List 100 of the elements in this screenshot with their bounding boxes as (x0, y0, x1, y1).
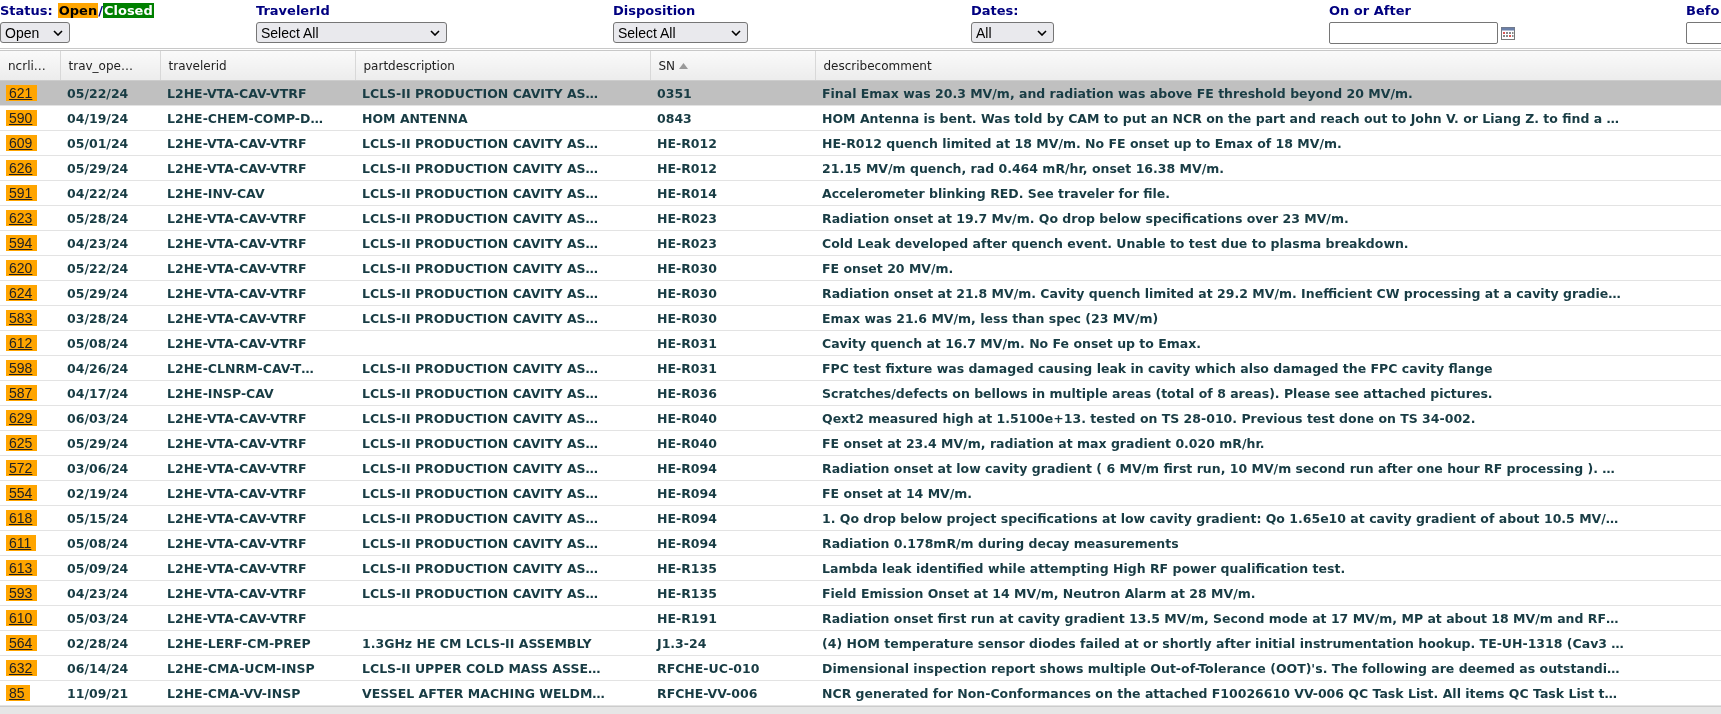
date-input-field[interactable] (1329, 22, 1498, 44)
status-legend-tag: Open (57, 3, 99, 18)
ncr-link[interactable]: 621 (6, 85, 38, 101)
table-cell: LCLS-II PRODUCTION CAVITY AS… (362, 410, 599, 426)
ncr-link[interactable]: 609 (6, 135, 38, 151)
calendar-icon[interactable] (1501, 26, 1515, 40)
column-header[interactable]: partdescription (355, 51, 650, 81)
filter-select[interactable]: Select All (256, 22, 447, 43)
ncr-link[interactable]: 618 (6, 510, 38, 526)
ncr-link[interactable]: 594 (6, 235, 38, 251)
ncr-link[interactable]: 564 (6, 635, 38, 651)
table-cell: HE-R094 (657, 485, 717, 501)
table-row[interactable]: 613 05/09/24 L2HE-VTA-CAV-VTRF LCLS-II PRODUCTION CAVITY AS… HE-R135 Lambda leak identified while attempting High RF power qualification test. (0, 555, 1721, 581)
ncr-link[interactable]: 612 (6, 335, 38, 351)
table-cell: L2HE-INV-CAV (167, 185, 265, 201)
table-row[interactable]: 623 05/28/24 L2HE-VTA-CAV-VTRF LCLS-II PRODUCTION CAVITY AS… HE-R023 Radiation onset at 19.7 Mv/m. Qo drop below specifications over 23 MV/m. (0, 205, 1721, 231)
table-row[interactable]: 583 03/28/24 L2HE-VTA-CAV-VTRF LCLS-II PRODUCTION CAVITY AS… HE-R030 Emax was 21.6 MV/m, less than spec (23 MV/m) (0, 305, 1721, 331)
table-cell: 0351 (657, 85, 692, 101)
table-row[interactable]: 591 04/22/24 L2HE-INV-CAV LCLS-II PRODUCTION CAVITY AS… HE-R014 Accelerometer blinking RED. See traveler for file. (0, 180, 1721, 206)
table-cell: HOM ANTENNA (362, 110, 468, 126)
table-row[interactable]: 598 04/26/24 L2HE-CLNRM-CAV-T… LCLS-II PRODUCTION CAVITY AS… HE-R031 FPC test fixture was damaged causing leak in cavity which also damaged the FPC cavity flange (0, 355, 1721, 381)
table-cell: 0843 (657, 110, 692, 126)
table-cell: Radiation 0.178mR/m during decay measurements (822, 535, 1179, 551)
table-cell: Accelerometer blinking RED. See traveler for file. (822, 185, 1170, 201)
table-row[interactable]: 85 11/09/21 L2HE-CMA-VV-INSP VESSEL AFTER MACHING WELDM… RFCHE-VV-006 NCR generated for Non-Conformances on the attached F10026610 VV-006 QC Task List. All items QC Task List t… (0, 680, 1721, 706)
table-row[interactable]: 618 05/15/24 L2HE-VTA-CAV-VTRF LCLS-II PRODUCTION CAVITY AS… HE-R094 1. Qo drop below project specifications at low cavity gradient: Qo 1.65e10 at cavity gradient of about 10.5 MV/… (0, 505, 1721, 531)
ncr-link[interactable]: 613 (6, 560, 38, 576)
status-select[interactable]: Open (0, 22, 70, 43)
ncr-link[interactable]: 624 (6, 285, 38, 301)
ncr-link[interactable]: 583 (6, 310, 38, 326)
table-cell: 04/22/24 (67, 185, 129, 201)
table-cell: LCLS-II PRODUCTION CAVITY AS… (362, 385, 599, 401)
table-cell: Radiation onset at 19.7 Mv/m. Qo drop below specifications over 23 MV/m. (822, 210, 1349, 226)
table-row[interactable]: 625 05/29/24 L2HE-VTA-CAV-VTRF LCLS-II PRODUCTION CAVITY AS… HE-R040 FE onset at 23.4 MV/m, radiation at max gradient 0.020 mR/hr. (0, 430, 1721, 456)
ncr-link[interactable]: 626 (6, 160, 38, 176)
table-row[interactable]: 629 06/03/24 L2HE-VTA-CAV-VTRF LCLS-II PRODUCTION CAVITY AS… HE-R040 Qext2 measured high at 1.5100e+13. tested on TS 28-010. Previous test done on TS 34-002. (0, 405, 1721, 431)
column-header[interactable]: SN (650, 51, 815, 81)
table-row[interactable]: 632 06/14/24 L2HE-CMA-UCM-INSP LCLS-II UPPER COLD MASS ASSE… RFCHE-UC-010 Dimensional inspection report shows multiple Out-of-Tolerance (OOT)'s. The following are deemed as outstandi… (0, 655, 1721, 681)
table-cell: 06/14/24 (67, 660, 129, 676)
ncr-link[interactable]: 593 (6, 585, 38, 601)
filter-label: Disposition (613, 3, 696, 18)
table-cell: L2HE-VTA-CAV-VTRF (167, 335, 307, 351)
table-cell: L2HE-VTA-CAV-VTRF (167, 460, 307, 476)
table-row[interactable]: 612 05/08/24 L2HE-VTA-CAV-VTRF HE-R031 Cavity quench at 16.7 MV/m. No Fe onset up to Emax. (0, 330, 1721, 356)
ncr-link[interactable]: 623 (6, 210, 38, 226)
table-row[interactable]: 620 05/22/24 L2HE-VTA-CAV-VTRF LCLS-II PRODUCTION CAVITY AS… HE-R030 FE onset 20 MV/m. (0, 255, 1721, 281)
ncr-link[interactable]: 620 (6, 260, 38, 276)
ncr-link[interactable]: 610 (6, 610, 38, 626)
table-cell: FE onset at 23.4 MV/m, radiation at max gradient 0.020 mR/hr. (822, 435, 1265, 451)
filter-select[interactable]: Select All (613, 22, 748, 43)
table-row[interactable]: 587 04/17/24 L2HE-INSP-CAV LCLS-II PRODUCTION CAVITY AS… HE-R036 Scratches/defects on bellows in multiple areas (total of 8 areas). Please see attached pictures. (0, 380, 1721, 406)
ncr-link[interactable]: 587 (6, 385, 38, 401)
table-row[interactable]: 554 02/19/24 L2HE-VTA-CAV-VTRF LCLS-II PRODUCTION CAVITY AS… HE-R094 FE onset at 14 MV/m. (0, 480, 1721, 506)
table-cell: HE-R023 (657, 235, 717, 251)
ncr-link[interactable]: 632 (6, 660, 38, 676)
table-row[interactable]: 609 05/01/24 L2HE-VTA-CAV-VTRF LCLS-II PRODUCTION CAVITY AS… HE-R012 HE-R012 quench limited at 18 MV/m. No FE onset up to Emax of 18 MV/m. (0, 130, 1721, 156)
table-cell: 05/01/24 (67, 135, 129, 151)
table-cell: LCLS-II PRODUCTION CAVITY AS… (362, 585, 599, 601)
table-cell: 03/06/24 (67, 460, 129, 476)
table-cell: L2HE-VTA-CAV-VTRF (167, 310, 307, 326)
filter-label: Dates: (971, 3, 1019, 18)
filter-select[interactable]: All (971, 22, 1054, 43)
table-cell: Cold Leak developed after quench event. Unable to test due to plasma breakdown. (822, 235, 1409, 251)
ncr-link[interactable]: 85 (6, 685, 30, 701)
table-row[interactable]: 564 02/28/24 L2HE-LERF-CM-PREP 1.3GHz HE CM LCLS-II ASSEMBLY J1.3-24 (4) HOM temperature sensor diodes failed at or shortly after initial instrumentation hookup. TE-UH-1318 (Cav3 … (0, 630, 1721, 656)
table-cell: LCLS-II PRODUCTION CAVITY AS… (362, 260, 599, 276)
table-row[interactable]: 590 04/19/24 L2HE-CHEM-COMP-D… HOM ANTENNA 0843 HOM Antenna is bent. Was told by CAM to put an NCR on the part and reach out to John V. or Liang Z. to find a … (0, 105, 1721, 131)
ncr-link[interactable]: 598 (6, 360, 38, 376)
table-cell: L2HE-VTA-CAV-VTRF (167, 435, 307, 451)
ncr-link[interactable]: 611 (6, 535, 37, 551)
table-cell: LCLS-II PRODUCTION CAVITY AS… (362, 510, 599, 526)
table-cell: 05/28/24 (67, 210, 129, 226)
ncr-link[interactable]: 590 (6, 110, 38, 126)
table-cell: 05/22/24 (67, 85, 129, 101)
table-cell: HE-R014 (657, 185, 717, 201)
ncr-link[interactable]: 554 (6, 485, 38, 501)
table-cell: LCLS-II PRODUCTION CAVITY AS… (362, 560, 599, 576)
table-cell: VESSEL AFTER MACHING WELDM… (362, 685, 605, 701)
column-header[interactable]: travelerid (160, 51, 355, 81)
table-row[interactable]: 610 05/03/24 L2HE-VTA-CAV-VTRF HE-R191 Radiation onset first run at cavity gradient 13.5 MV/m, Second mode at 17 MV/m, MP at about 18 MV/m and RF… (0, 605, 1721, 631)
ncr-link[interactable]: 591 (6, 185, 38, 201)
table-cell: L2HE-VTA-CAV-VTRF (167, 135, 307, 151)
table-row[interactable]: 594 04/23/24 L2HE-VTA-CAV-VTRF LCLS-II PRODUCTION CAVITY AS… HE-R023 Cold Leak developed after quench event. Unable to test due to plasma breakdown. (0, 230, 1721, 256)
table-row[interactable]: 593 04/23/24 L2HE-VTA-CAV-VTRF LCLS-II PRODUCTION CAVITY AS… HE-R135 Field Emission Onset at 14 MV/m, Neutron Alarm at 28 MV/m. (0, 580, 1721, 606)
table-cell: HE-R030 (657, 260, 717, 276)
ncr-link[interactable]: 629 (6, 410, 38, 426)
table-cell: HE-R094 (657, 510, 717, 526)
column-header[interactable]: trav_ope… (60, 51, 160, 81)
ncr-link[interactable]: 572 (6, 460, 38, 476)
caret-icon (731, 29, 741, 36)
caret-icon (53, 29, 63, 36)
table-row[interactable]: 611 05/08/24 L2HE-VTA-CAV-VTRF LCLS-II PRODUCTION CAVITY AS… HE-R094 Radiation 0.178mR/m during decay measurements (0, 530, 1721, 556)
column-header[interactable]: describecomment (815, 51, 1721, 81)
ncr-link[interactable]: 625 (6, 435, 38, 451)
table-cell: L2HE-VTA-CAV-VTRF (167, 560, 307, 576)
column-header[interactable]: ncrli… (0, 51, 60, 81)
table-cell: 05/08/24 (67, 335, 129, 351)
table-row[interactable]: 626 05/29/24 L2HE-VTA-CAV-VTRF LCLS-II PRODUCTION CAVITY AS… HE-R012 21.15 MV/m quench, rad 0.464 mR/hr, onset 16.38 MV/m. (0, 155, 1721, 181)
table-row[interactable]: 572 03/06/24 L2HE-VTA-CAV-VTRF LCLS-II PRODUCTION CAVITY AS… HE-R094 Radiation onset at low cavity gradient ( 6 MV/m first run, 10 MV/m second run after one hour RF processing ). … (0, 455, 1721, 481)
table-row[interactable]: 624 05/29/24 L2HE-VTA-CAV-VTRF LCLS-II PRODUCTION CAVITY AS… HE-R030 Radiation onset at 21.8 MV/m. Cavity quench limited at 29.2 MV/m. Inefficient CW processing at a cavity gradie… (0, 280, 1721, 306)
